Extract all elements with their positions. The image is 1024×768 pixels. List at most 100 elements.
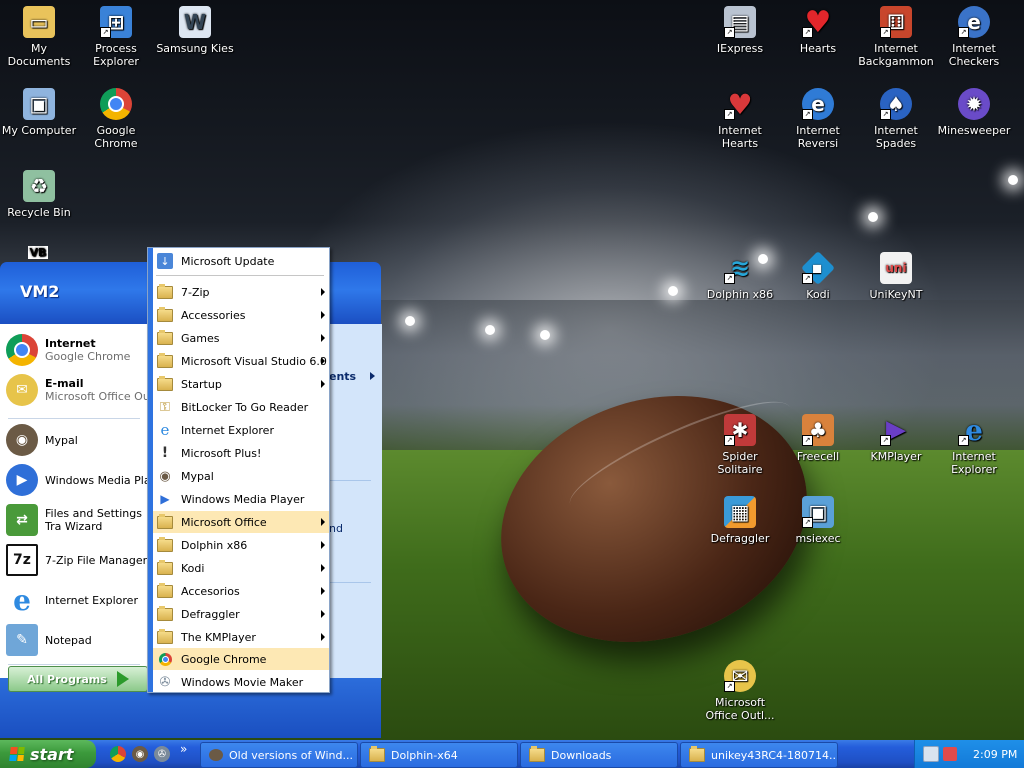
desktop-icon-label: Microsoft Office Outl... [705,696,775,722]
recent-item-windows-media-player[interactable]: ▶ Windows Media Player [6,464,148,496]
program-item-label: BitLocker To Go Reader [181,400,309,414]
desktop-icon-kmplayer[interactable]: ▶ ↗ KMPlayer [857,412,935,464]
desktop-icon-spider-solitaire[interactable]: ✱ ↗ Spider Solitaire [701,412,779,476]
quicklaunch-overflow-button[interactable]: » [180,742,187,756]
program-item-google-chrome[interactable]: Google Chrome [153,648,329,670]
folder-icon [157,628,173,644]
program-item-microsoft-plus[interactable]: ! Microsoft Plus! [153,442,329,464]
desktop-icon-defraggler[interactable]: ▦ Defraggler [701,494,779,545]
desktop-icon-internet-reversi[interactable]: e ↗ Internet Reversi [779,86,857,150]
desktop-icon-iexpress[interactable]: ▤ ↗ IExpress [701,4,779,55]
chrome-icon [157,651,173,667]
program-item-label: Accesorios [181,584,240,598]
program-item-microsoft-office[interactable]: Microsoft Office [153,511,329,533]
desktop-icon-label: Internet Checkers [948,42,1000,68]
recent-item-7zip[interactable]: 7z 7-Zip File Manager [6,544,148,576]
desktop-icon-label: Defraggler [710,532,770,545]
desktop-icon-samsung-kies[interactable]: W Samsung Kies [156,4,234,55]
folder-icon [157,536,173,552]
desktop-icon-recycle-bin[interactable]: ♻ Recycle Bin [0,168,78,219]
desktop-icon-internet-spades[interactable]: ♠ ↗ Internet Spades [857,86,935,150]
desktop-icon-label: Recycle Bin [7,206,71,219]
program-item-games[interactable]: Games [153,327,329,349]
taskbar-button-mypal[interactable]: Old versions of Wind... [200,742,358,768]
quicklaunch-chrome-icon[interactable] [110,746,126,762]
submenu-arrow-icon [321,357,325,365]
program-item-microsoft-update[interactable]: ↓ Microsoft Update [153,250,329,272]
program-item-internet-explorer[interactable]: e Internet Explorer [153,419,329,441]
folder-icon [529,746,545,762]
start-menu-left-pane: Internet Google Chrome ✉ E-mail Microsoft … [0,324,148,678]
desktop-icon-internet-explorer[interactable]: e ↗ Internet Explorer [935,412,1013,476]
taskbar-button-downloads[interactable]: Downloads [520,742,678,768]
program-item-startup[interactable]: Startup [153,373,329,395]
desktop-icon-hearts[interactable]: ♥ ↗ Hearts [779,4,857,55]
recycle-bin-icon: ♻ [23,170,55,202]
program-item-mypal[interactable]: ◉ Mypal [153,465,329,487]
movie-maker-icon: ✇ [159,674,171,690]
help-fragment[interactable]: nd [329,522,343,535]
taskbar-button-unikey[interactable]: unikey43RC4-180714... [680,742,838,768]
taskbar-button-label: Dolphin-x64 [391,748,458,762]
desktop-icon-kodi[interactable]: ◆ ↗ Kodi [779,250,857,301]
all-programs-button[interactable]: All Programs [8,666,148,692]
media-player-icon: ▶ [6,464,38,496]
desktop-icon-minesweeper[interactable]: ✹ Minesweeper [935,86,1013,137]
program-item-accesorios[interactable]: Accesorios [153,580,329,602]
desktop-icon-internet-backgammon[interactable]: ⚅ ↗ Internet Backgammon [857,4,935,68]
desktop-icon-my-documents[interactable]: ▭ My Documents [0,4,78,68]
program-item-accessories[interactable]: Accessories [153,304,329,326]
recent-item-files-settings-wizard[interactable]: ⇄ Files and Settings Tra Wizard [6,504,148,536]
program-item-bitlocker[interactable]: ⚿ BitLocker To Go Reader [153,396,329,418]
desktop-icon-outlook[interactable]: ✉ ↗ Microsoft Office Outl... [701,658,779,722]
program-item-dolphin-x86[interactable]: Dolphin x86 [153,534,329,556]
desktop-icon-process-explorer[interactable]: ⊞ ↗ Process Explorer [77,4,155,68]
separator [8,418,140,419]
program-item-visual-studio[interactable]: Microsoft Visual Studio 6.0 [153,350,329,372]
shortcut-arrow-icon: ↗ [724,273,735,284]
program-item-defraggler[interactable]: Defraggler [153,603,329,625]
recent-item-internet-explorer[interactable]: e Internet Explorer [6,584,148,617]
desktop-icon-internet-hearts[interactable]: ♥ ↗ Internet Hearts [701,86,779,150]
desktop-icon-freecell[interactable]: ♣ ↗ Freecell [779,412,857,463]
shortcut-arrow-icon: ↗ [880,27,891,38]
recent-item-notepad[interactable]: ✎ Notepad [6,624,148,656]
network-icon[interactable] [923,746,939,762]
pinned-item-email[interactable]: ✉ E-mail Microsoft Office Outl [6,374,148,406]
program-item-label: Google Chrome [181,652,267,666]
pinned-subtitle: Google Chrome [45,350,131,363]
mypal-icon: ◉ [159,468,171,484]
program-item-windows-media-player[interactable]: ▶ Windows Media Player [153,488,329,510]
desktop-icon-my-computer[interactable]: ▣ My Computer [0,86,78,137]
unikey-tray-icon[interactable] [943,747,957,761]
taskbar-button-label: unikey43RC4-180714... [711,748,838,762]
pinned-title: E-mail [45,377,84,390]
recent-item-mypal[interactable]: ◉ Mypal [6,424,148,456]
stadium-light [1008,175,1018,185]
desktop-icon-internet-checkers[interactable]: e ↗ Internet Checkers [935,4,1013,68]
program-item-windows-movie-maker[interactable]: ✇ Windows Movie Maker [153,671,329,693]
start-button[interactable]: start [0,740,96,768]
stadium-light [868,212,878,222]
desktop-icon-google-chrome[interactable]: Google Chrome [77,86,155,150]
desktop-icon-unikeynt[interactable]: uni UniKeyNT [857,250,935,301]
shortcut-arrow-icon: ↗ [100,27,111,38]
quicklaunch-movie-maker-icon[interactable]: ✇ [154,746,170,762]
program-item-kodi[interactable]: Kodi [153,557,329,579]
taskbar-button-dolphin-x64[interactable]: Dolphin-x64 [360,742,518,768]
desktop-icon-dolphin-x86[interactable]: ≋ ↗ Dolphin x86 [701,250,779,302]
desktop-icon-msiexec[interactable]: ▣ ↗ msiexec [779,494,857,545]
clock[interactable]: 2:09 PM [973,748,1017,761]
program-item-label: Microsoft Visual Studio 6.0 [181,354,327,368]
program-item-kmplayer[interactable]: The KMPlayer [153,626,329,648]
shortcut-arrow-icon: ↗ [802,109,813,120]
arrow-right-icon [116,671,129,687]
quicklaunch-mypal-icon[interactable]: ◉ [132,746,148,762]
program-item-7zip[interactable]: 7-Zip [153,281,329,303]
desktop-icon-partial[interactable]: VB [0,246,76,260]
shortcut-arrow-icon: ↗ [802,273,813,284]
pinned-item-internet[interactable]: Internet Google Chrome [6,334,148,366]
folder-icon [157,329,173,345]
program-item-label: Microsoft Plus! [181,446,262,460]
my-recent-documents-fragment[interactable]: ents [329,370,356,383]
